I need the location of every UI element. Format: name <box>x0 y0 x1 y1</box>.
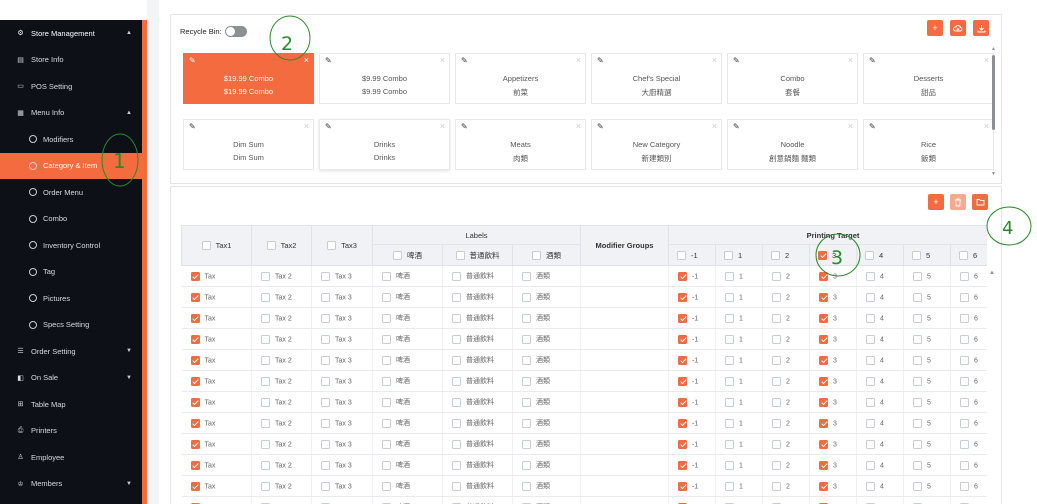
annotation-number-2: 2 <box>281 33 293 55</box>
annotation-overlay: 1 2 3 4 <box>101 15 1032 277</box>
annotation-number-3: 3 <box>831 247 843 269</box>
annotation-number-4: 4 <box>1002 218 1013 239</box>
app-root: ⚙ Store Management ▲ ▤ Store Info ▭ POS Settin… <box>0 0 1037 504</box>
annotation-number-1: 1 <box>113 149 126 173</box>
